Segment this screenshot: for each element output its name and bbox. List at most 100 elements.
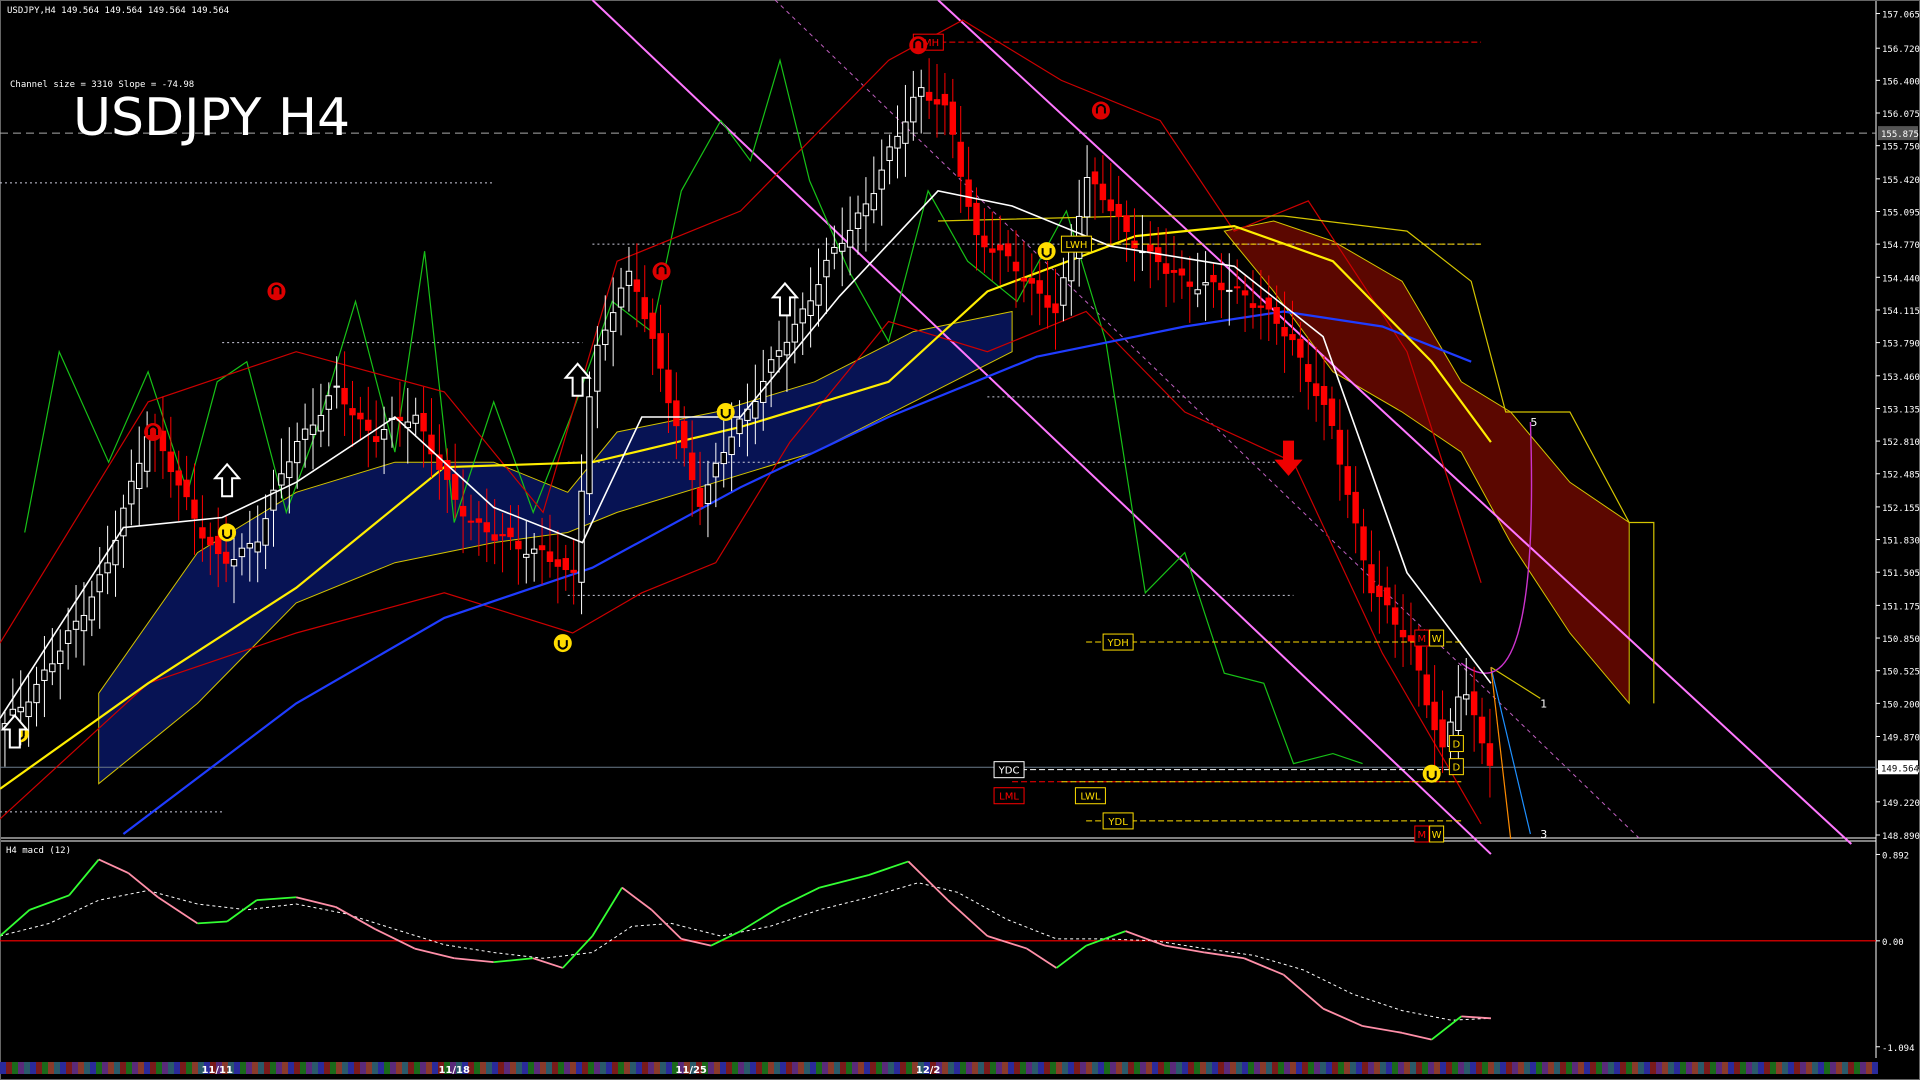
candle [515,540,522,550]
macd-title: H4 macd (12) [6,846,71,856]
time-strip-cell [1416,1062,1422,1074]
price-tag: 149.564 [1878,760,1919,775]
time-strip-cell [1488,1062,1494,1074]
candle [681,420,688,449]
candle [459,505,467,517]
candle [1028,278,1036,284]
candle [1289,334,1296,341]
time-strip-cell [654,1062,660,1074]
time-strip-cell [1218,1062,1224,1074]
time-strip-cell [564,1062,570,1074]
period-box-text: D [1453,763,1461,774]
level-label-ydl: YDL [1102,812,1134,830]
level-label-text: YDC [998,766,1020,777]
time-strip-cell [1818,1062,1824,1074]
time-label: 12/2 [916,1065,941,1076]
time-strip-cell [1746,1062,1752,1074]
candle [728,436,735,456]
candle [207,536,214,546]
candle [341,387,348,405]
time-strip-cell [1152,1062,1158,1074]
candle [72,620,80,630]
time-strip-cell [1668,1062,1674,1074]
time-strip-cell [1392,1062,1398,1074]
time-strip-cell [276,1062,282,1074]
price-tick-label: 154.440 [1882,274,1920,284]
time-strip-cell [150,1062,156,1074]
candle [57,650,64,665]
time-strip-cell [1056,1062,1062,1074]
price-tick-label: 156.075 [1882,110,1920,120]
time-strip-cell [1776,1062,1782,1074]
candle [254,541,261,553]
candle [214,535,222,555]
candle [25,701,32,718]
candle [1320,385,1328,405]
candle [1312,383,1320,397]
candle [143,436,151,472]
time-strip-cell [1740,1062,1746,1074]
price-tick-label: 149.870 [1882,734,1920,744]
time-strip-cell [528,1062,534,1074]
time-strip-cell [1704,1062,1710,1074]
time-strip-cell [486,1062,492,1074]
time-strip-cell [780,1062,786,1074]
time-strip-cell [1764,1062,1770,1074]
time-strip-cell [114,1062,120,1074]
candle [380,429,388,440]
candle [752,400,759,419]
time-strip-cell [1116,1062,1122,1074]
candle [317,414,325,432]
time-strip-cell [84,1062,90,1074]
time-strip-cell [1722,1062,1728,1074]
period-box-text: M [1417,830,1426,841]
time-strip-cell [996,1062,1002,1074]
time-strip-cell [576,1062,582,1074]
chart-window: LMHLWHYDHYDCLML LWLYDLM WDDM W513 157.06515… [0,0,1920,1080]
time-strip-cell [840,1062,846,1074]
candle [262,518,269,546]
time-strip-cell [888,1062,894,1074]
time-strip-cell [474,1062,480,1074]
candle [917,87,925,97]
time-strip-cell [1356,1062,1362,1074]
time-strip-cell [588,1062,594,1074]
time-strip-cell [1542,1062,1548,1074]
period-box-text: M [1417,634,1426,645]
price-tick-label: 153.135 [1882,405,1920,415]
candle [981,235,988,248]
candle [1478,716,1486,744]
time-strip-cell [96,1062,102,1074]
time-strip-cell [534,1062,540,1074]
time-strip-cell [1032,1062,1038,1074]
candle [80,614,88,632]
time-strip-cell [1134,1062,1140,1074]
time-strip-cell [480,1062,486,1074]
time-strip-cell [1830,1062,1836,1074]
symbol-watermark: USDJPY H4 [73,88,350,148]
time-strip-cell [798,1062,804,1074]
time-strip-cell [1122,1062,1128,1074]
time-strip-cell [1524,1062,1530,1074]
time-strip-cell [78,1062,84,1074]
time-strip-cell [6,1062,12,1074]
level-label-lwh: LWH [1060,235,1092,253]
price-tick-label: 157.065 [1882,11,1920,21]
time-strip-cell [48,1062,54,1074]
time-strip-cell [420,1062,426,1074]
candle [1147,244,1154,252]
time-strip-cell [558,1062,564,1074]
time-strip-cell [372,1062,378,1074]
time-strip-cell [1044,1062,1050,1074]
candle [483,522,490,533]
candle [617,287,625,308]
time-strip-cell [234,1062,240,1074]
candle [1233,286,1241,289]
candle [1068,248,1075,282]
time-strip-cell [24,1062,30,1074]
time-strip-cell [768,1062,774,1074]
time-strip-cell [834,1062,840,1074]
time-strip-cell [1554,1062,1560,1074]
candle [704,484,712,505]
candle [293,441,301,464]
